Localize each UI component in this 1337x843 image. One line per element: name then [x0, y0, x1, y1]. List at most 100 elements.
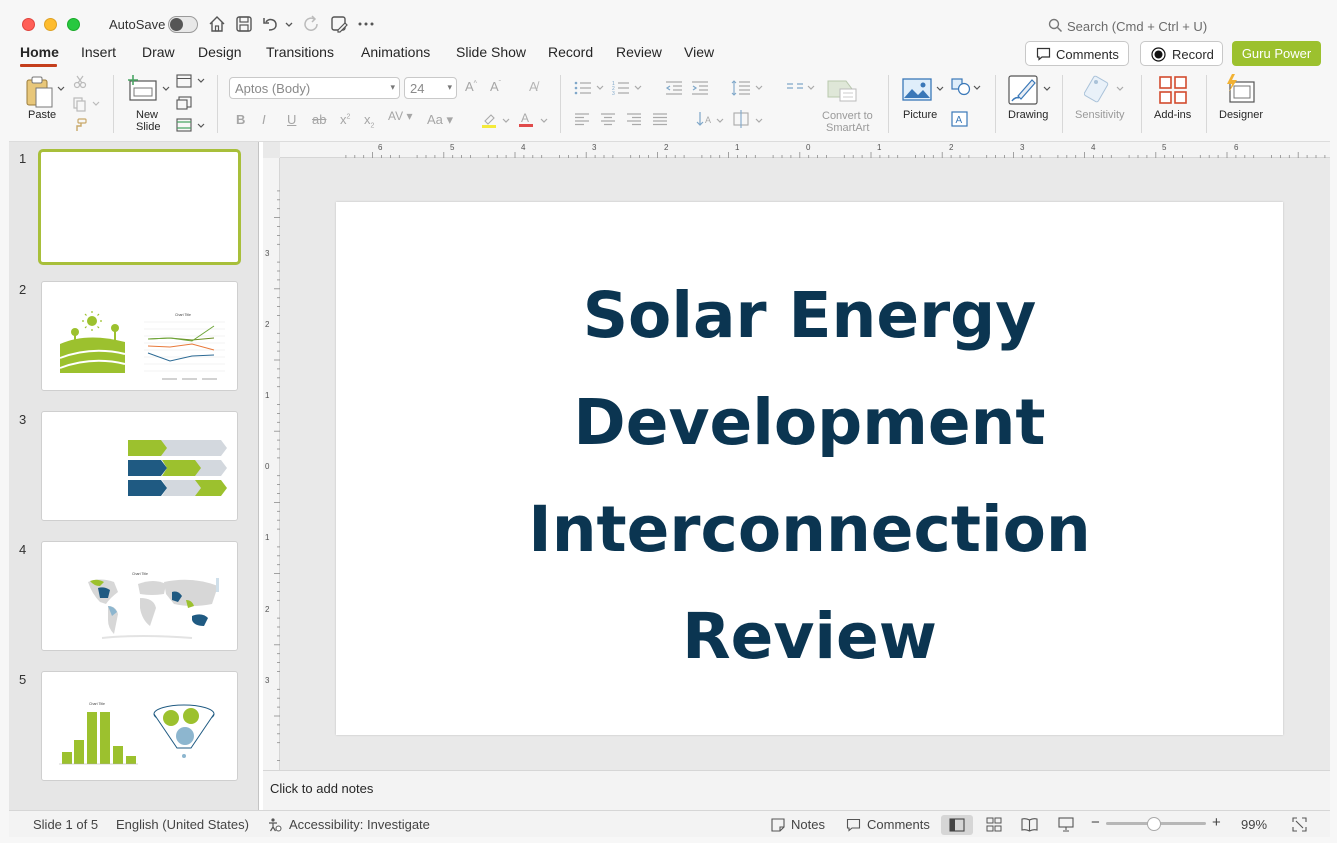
strikethrough-icon[interactable]: ab — [312, 112, 326, 127]
comments-status-icon[interactable] — [846, 818, 861, 832]
tab-animations[interactable]: Animations — [361, 44, 430, 60]
align-center-icon[interactable] — [600, 112, 616, 126]
sensitivity-icon[interactable] — [1084, 74, 1112, 104]
cut-icon[interactable] — [73, 75, 87, 89]
new-slide-icon[interactable] — [126, 75, 158, 103]
copy-icon[interactable] — [72, 96, 88, 112]
accessibility-status[interactable]: Accessibility: Investigate — [289, 817, 430, 832]
shapes-dropdown-chevron-icon[interactable] — [973, 84, 981, 92]
increase-indent-icon[interactable] — [691, 80, 709, 96]
reset-slide-icon[interactable] — [176, 96, 192, 110]
undo-dropdown-chevron-icon[interactable] — [284, 14, 294, 34]
slide-thumbnail-4[interactable]: Chart Title — [41, 541, 238, 651]
drawing-dropdown-chevron-icon[interactable] — [1043, 85, 1051, 93]
language-indicator[interactable]: English (United States) — [116, 817, 249, 832]
slide-thumbnail-5[interactable]: Chart Title — [41, 671, 238, 781]
line-spacing-dropdown-chevron-icon[interactable] — [755, 84, 763, 92]
columns-icon[interactable] — [786, 81, 804, 95]
save-icon[interactable] — [234, 14, 254, 34]
notes-icon[interactable] — [771, 818, 786, 832]
tab-design[interactable]: Design — [198, 44, 242, 60]
paste-icon[interactable] — [24, 75, 56, 109]
clear-formatting-icon[interactable]: A̸ — [529, 79, 538, 94]
notes-toggle-button[interactable]: Notes — [791, 817, 825, 832]
tab-insert[interactable]: Insert — [81, 44, 116, 60]
subscript-icon[interactable]: x2 — [364, 112, 374, 130]
close-window-button[interactable] — [22, 18, 35, 31]
new-slide-dropdown-chevron-icon[interactable] — [162, 85, 170, 93]
comments-toggle-button[interactable]: Comments — [867, 817, 930, 832]
line-spacing-icon[interactable] — [731, 79, 751, 97]
maximize-window-button[interactable] — [67, 18, 80, 31]
tab-transitions[interactable]: Transitions — [266, 44, 334, 60]
normal-view-button[interactable] — [941, 815, 973, 835]
text-box-icon[interactable]: A — [951, 111, 969, 127]
redo-icon[interactable] — [302, 14, 322, 34]
font-size-combobox[interactable]: 24 ▾ — [404, 77, 457, 99]
italic-icon[interactable]: I — [262, 112, 266, 127]
zoom-out-button[interactable]: − — [1091, 814, 1100, 831]
bold-icon[interactable]: B — [236, 112, 245, 127]
tab-record[interactable]: Record — [548, 44, 593, 60]
align-text-icon[interactable] — [731, 110, 751, 128]
underline-icon[interactable]: U — [287, 112, 296, 127]
align-right-icon[interactable] — [626, 112, 642, 126]
zoom-level[interactable]: 99% — [1241, 817, 1267, 832]
guru-power-button[interactable]: Guru Power — [1232, 41, 1321, 66]
bullets-icon[interactable] — [574, 80, 592, 96]
accessibility-icon[interactable] — [267, 817, 282, 832]
character-spacing-icon[interactable]: AV ▾ — [388, 109, 412, 123]
drawing-icon[interactable] — [1008, 74, 1042, 106]
highlight-dropdown-chevron-icon[interactable] — [502, 117, 510, 125]
decrease-font-size-icon[interactable]: Aˇ — [490, 79, 501, 94]
fit-to-window-icon[interactable] — [1292, 817, 1307, 832]
numbering-icon[interactable]: 123 — [612, 80, 630, 96]
notes-pane[interactable]: Click to add notes — [263, 770, 1330, 810]
record-button[interactable]: Record — [1140, 41, 1223, 66]
tab-home[interactable]: Home — [20, 44, 59, 60]
comments-button[interactable]: Comments — [1025, 41, 1129, 66]
increase-font-size-icon[interactable]: A^ — [465, 79, 477, 94]
font-name-combobox[interactable]: Aptos (Body) ▾ — [229, 77, 400, 99]
slide-thumbnail-2[interactable]: Chart Title — [41, 281, 238, 391]
highlight-color-icon[interactable] — [480, 111, 498, 129]
sensitivity-dropdown-chevron-icon[interactable] — [1116, 85, 1124, 93]
align-left-icon[interactable] — [574, 112, 590, 126]
tab-review[interactable]: Review — [616, 44, 662, 60]
section-dropdown-chevron-icon[interactable] — [197, 122, 205, 130]
text-direction-dropdown-chevron-icon[interactable] — [716, 117, 724, 125]
add-ins-icon[interactable] — [1159, 76, 1187, 104]
home-icon[interactable] — [207, 14, 227, 34]
font-color-dropdown-chevron-icon[interactable] — [540, 117, 548, 125]
align-text-dropdown-chevron-icon[interactable] — [755, 117, 763, 125]
layout-icon[interactable] — [176, 74, 192, 88]
designer-icon[interactable] — [1224, 74, 1256, 104]
slide-thumbnail-1[interactable] — [38, 149, 241, 265]
tab-draw[interactable]: Draw — [142, 44, 175, 60]
copy-dropdown-chevron-icon[interactable] — [92, 100, 100, 108]
slide-show-view-icon[interactable] — [1058, 817, 1074, 832]
zoom-slider-handle[interactable] — [1147, 817, 1161, 831]
autosave-toggle[interactable] — [168, 16, 198, 33]
picture-dropdown-chevron-icon[interactable] — [936, 85, 944, 93]
text-direction-icon[interactable]: A — [696, 110, 714, 128]
columns-dropdown-chevron-icon[interactable] — [807, 84, 815, 92]
layout-dropdown-chevron-icon[interactable] — [197, 77, 205, 85]
section-icon[interactable] — [176, 118, 192, 132]
zoom-in-button[interactable]: + — [1212, 814, 1221, 831]
bullets-dropdown-chevron-icon[interactable] — [596, 84, 604, 92]
minimize-window-button[interactable] — [44, 18, 57, 31]
tab-view[interactable]: View — [684, 44, 714, 60]
reading-view-icon[interactable] — [1021, 817, 1038, 832]
slide-sorter-view-icon[interactable] — [986, 817, 1002, 832]
convert-to-smartart-icon[interactable] — [826, 77, 858, 103]
undo-icon[interactable] — [261, 14, 281, 34]
slide-title[interactable]: Solar Energy Development Interconnection… — [336, 262, 1283, 690]
picture-icon[interactable] — [902, 77, 932, 103]
change-case-icon[interactable]: Aa ▾ — [427, 112, 453, 128]
format-painter-icon[interactable] — [72, 117, 88, 133]
current-slide[interactable]: Solar Energy Development Interconnection… — [336, 202, 1283, 735]
paste-dropdown-chevron-icon[interactable] — [57, 85, 65, 93]
save-as-icon[interactable] — [329, 14, 349, 34]
justify-icon[interactable] — [652, 112, 668, 126]
